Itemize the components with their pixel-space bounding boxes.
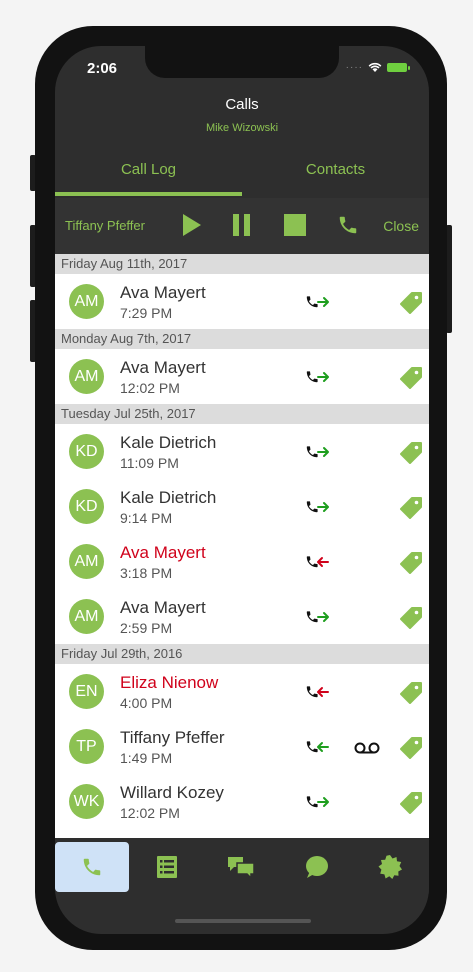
tag-icon[interactable] xyxy=(398,680,424,706)
contact-name: Ava Mayert xyxy=(120,283,206,302)
contact-name: Tiffany Pfeffer xyxy=(120,728,225,747)
date-section-header: Friday Aug 11th, 2017 xyxy=(55,254,429,274)
avatar: WK xyxy=(69,784,104,819)
outgoing-call-icon xyxy=(306,611,329,623)
outgoing-call-icon xyxy=(306,296,329,308)
tab-contacts[interactable]: Contacts xyxy=(242,156,429,196)
contact-name: Kale Dietrich xyxy=(120,488,217,507)
tag-icon[interactable] xyxy=(398,365,424,391)
tab-call-log[interactable]: Call Log xyxy=(55,156,242,196)
date-section-header: Monday Aug 7th, 2017 xyxy=(55,329,429,349)
user-name: Mike Wizowski xyxy=(205,122,279,134)
avatar: KD xyxy=(69,434,104,469)
call-log-list: Friday Aug 11th, 2017 AM Ava Mayert 7:29 PM… xyxy=(55,254,429,838)
avatar: EN xyxy=(69,674,104,709)
call-log-row[interactable]: AM Ava Mayert 12:02 PM xyxy=(55,349,429,404)
missed-call-icon xyxy=(306,686,329,698)
nav-chats-button[interactable] xyxy=(204,842,278,892)
close-button[interactable]: Close xyxy=(383,218,419,234)
nav-calls-button[interactable] xyxy=(55,842,129,892)
tag-icon[interactable] xyxy=(398,290,424,316)
call-log-row[interactable]: KD Kale Dietrich 9:14 PM xyxy=(55,479,429,534)
date-section-header: Tuesday Jul 25th, 2017 xyxy=(55,404,429,424)
battery-icon xyxy=(387,63,410,72)
call-time: 9:14 PM xyxy=(120,510,173,526)
avatar: AM xyxy=(69,599,104,634)
tag-icon[interactable] xyxy=(398,605,424,631)
nav-list-button[interactable] xyxy=(130,842,204,892)
call-log-row[interactable]: AM Ava Mayert 7:29 PM xyxy=(55,274,429,329)
call-time: 2:59 PM xyxy=(120,620,173,636)
tab-bar: Call Log Contacts xyxy=(55,156,429,196)
signal-icon: ···· xyxy=(345,62,363,73)
call-time: 12:02 PM xyxy=(120,805,180,821)
status-time: 2:06 xyxy=(87,60,118,77)
app-screen: 2:06 ···· Calls Mike Wizowski Call Log C… xyxy=(55,46,429,934)
call-log-row[interactable]: AM Ava Mayert 2:59 PM xyxy=(55,589,429,644)
nav-badges-button[interactable] xyxy=(353,842,427,892)
active-tab-indicator xyxy=(55,192,242,196)
outgoing-call-icon xyxy=(306,371,329,383)
contact-name: Eliza Nienow xyxy=(120,673,219,692)
phone-icon xyxy=(81,856,103,878)
notch xyxy=(145,46,339,78)
tag-icon[interactable] xyxy=(398,790,424,816)
incoming-call-icon xyxy=(306,741,329,753)
call-time: 11:09 PM xyxy=(120,455,179,471)
call-log-row[interactable]: KD Kale Dietrich 11:09 PM xyxy=(55,424,429,479)
avatar: TP xyxy=(69,729,104,764)
avatar: AM xyxy=(69,544,104,579)
call-time: 12:02 PM xyxy=(120,380,180,396)
chat-bubble-icon xyxy=(303,854,329,880)
avatar: AM xyxy=(69,359,104,394)
contact-name: Ava Mayert xyxy=(120,358,206,377)
avatar: AM xyxy=(69,284,104,319)
badge-icon xyxy=(377,854,403,880)
outgoing-call-icon xyxy=(306,446,329,458)
missed-call-icon xyxy=(306,556,329,568)
call-time: 7:29 PM xyxy=(120,305,173,321)
date-section-header: Friday Jul 29th, 2016 xyxy=(55,644,429,664)
chats-icon xyxy=(227,855,255,879)
page-title: Calls xyxy=(225,96,259,113)
tag-icon[interactable] xyxy=(398,495,424,521)
call-log-row[interactable]: TP Tiffany Pfeffer 1:49 PM xyxy=(55,719,429,774)
tag-icon[interactable] xyxy=(398,440,424,466)
call-icon[interactable] xyxy=(337,212,359,238)
status-icons: ···· xyxy=(345,62,410,73)
contact-name: Kale Dietrich xyxy=(120,433,217,452)
call-log-row[interactable]: EN Eliza Nienow 4:00 PM xyxy=(55,664,429,719)
contact-name: Ava Mayert xyxy=(120,598,206,617)
home-indicator xyxy=(175,919,311,923)
call-log-row[interactable]: AM Ava Mayert 3:18 PM xyxy=(55,534,429,589)
outgoing-call-icon xyxy=(306,501,329,513)
call-log-row[interactable]: WK Willard Kozey 12:02 PM xyxy=(55,774,429,829)
call-time: 3:18 PM xyxy=(120,565,173,581)
contact-name: Willard Kozey xyxy=(120,783,224,802)
play-icon[interactable] xyxy=(181,212,203,238)
tag-icon[interactable] xyxy=(398,735,424,761)
outgoing-call-icon xyxy=(306,796,329,808)
contact-name: Ava Mayert xyxy=(120,543,206,562)
voicemail-icon[interactable] xyxy=(354,741,380,755)
bottom-navigation xyxy=(55,838,429,894)
nav-messages-button[interactable] xyxy=(279,842,353,892)
voicemail-player: Tiffany Pfeffer Close xyxy=(55,198,429,254)
stop-icon[interactable] xyxy=(283,212,307,238)
tag-icon[interactable] xyxy=(398,550,424,576)
avatar: KD xyxy=(69,489,104,524)
pause-icon[interactable] xyxy=(231,212,253,238)
call-time: 4:00 PM xyxy=(120,695,173,711)
wifi-icon xyxy=(368,62,382,72)
call-time: 1:49 PM xyxy=(120,750,173,766)
player-contact-name: Tiffany Pfeffer xyxy=(65,218,145,233)
list-icon xyxy=(156,855,178,879)
